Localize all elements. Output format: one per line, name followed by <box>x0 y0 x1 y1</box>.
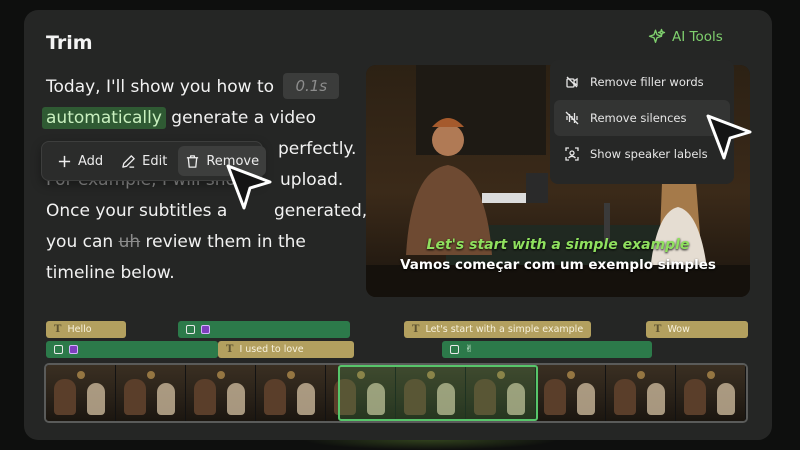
text-clip[interactable]: T Hello <box>46 321 126 338</box>
subtitle-primary: Let's start with a simple example <box>426 237 690 253</box>
ai-tools-button[interactable]: AI Tools <box>648 28 723 46</box>
transcript-segment[interactable]: generate a video <box>166 108 316 128</box>
video-track-filmstrip[interactable] <box>44 363 748 423</box>
text-icon: T <box>412 324 420 335</box>
trash-icon <box>187 154 199 168</box>
text-icon: T <box>226 344 234 355</box>
text-icon: T <box>54 324 62 335</box>
pointer-cursor-icon <box>226 164 272 210</box>
transcript-segment[interactable]: Today, I'll show you how to <box>46 77 274 97</box>
clip-label: Let's start with a simple example <box>425 324 584 335</box>
video-thumbnail <box>256 365 326 421</box>
sticker-icon <box>54 345 63 354</box>
transcript-line: you can uh review them in the <box>46 227 366 258</box>
victory-hand-icon: ✌ <box>465 344 474 355</box>
video-thumbnail <box>676 365 746 421</box>
sticker-thumbnail-icon <box>69 345 78 354</box>
clip-label: Wow <box>667 324 690 335</box>
pencil-icon <box>122 154 135 168</box>
edit-label: Edit <box>142 153 168 169</box>
clip-label: Hello <box>67 324 92 335</box>
sticker-clip[interactable] <box>46 341 218 358</box>
menu-item-label: Remove filler words <box>590 75 704 89</box>
transcript-line: timeline below. <box>46 258 366 289</box>
video-thumbnail <box>46 365 116 421</box>
transcript-line: automatically generate a video <box>42 103 366 134</box>
ai-tools-label: AI Tools <box>672 29 723 45</box>
transcript-segment[interactable]: generated, <box>274 196 367 227</box>
transcript-line: Once your subtitles a generated, <box>46 196 367 227</box>
pointer-cursor-icon <box>706 114 752 160</box>
menu-item-label: Show speaker labels <box>590 147 708 161</box>
silence-icon <box>565 111 579 125</box>
transcript-segment[interactable]: perfectly. <box>278 134 356 165</box>
menu-item-remove-filler-words[interactable]: Remove filler words <box>554 64 730 100</box>
transcript-segment[interactable]: upload. <box>280 165 343 196</box>
filler-words-icon <box>566 76 578 88</box>
text-clip[interactable]: T Let's start with a simple example <box>404 321 591 338</box>
add-button[interactable]: Add <box>50 146 110 176</box>
sticker-clip[interactable]: ✌ <box>442 341 652 358</box>
transcript-line: Today, I'll show you how to 0.1s <box>46 72 366 103</box>
video-thumbnail <box>186 365 256 421</box>
text-icon: T <box>654 324 662 335</box>
subtitle-secondary: Vamos começar com um exemplo simples <box>400 257 716 273</box>
video-thumbnail <box>606 365 676 421</box>
selected-word[interactable]: automatically <box>42 107 166 129</box>
filler-word[interactable]: uh <box>119 232 141 252</box>
transcript-segment[interactable]: you can <box>46 232 119 252</box>
plus-icon <box>58 155 71 167</box>
add-label: Add <box>78 153 104 169</box>
clip-label: I used to love <box>239 344 304 355</box>
transcript-segment[interactable]: timeline below. <box>46 263 175 283</box>
video-thumbnail <box>536 365 606 421</box>
transcript-segment[interactable]: review them in the <box>140 232 306 252</box>
sticker-icon <box>450 345 459 354</box>
trim-panel: Trim AI Tools Today, I'll show you how t… <box>24 10 772 440</box>
pause-marker[interactable]: 0.1s <box>283 73 340 99</box>
sparkle-icon <box>648 28 666 43</box>
text-clip[interactable]: T Wow <box>646 321 748 338</box>
selected-clip-range[interactable] <box>338 365 538 421</box>
transcript-segment[interactable]: Once your subtitles <box>46 201 217 221</box>
subtitle-overlay[interactable]: Let's start with a simple example Vamos … <box>366 235 750 275</box>
video-thumbnail <box>116 365 186 421</box>
speaker-label-icon <box>565 147 579 161</box>
edit-button[interactable]: Edit <box>114 146 174 176</box>
text-clip[interactable]: T I used to love <box>218 341 354 358</box>
sticker-clip[interactable] <box>178 321 350 338</box>
menu-item-label: Remove silences <box>590 111 687 125</box>
panel-title: Trim <box>46 32 93 54</box>
sticker-icon <box>186 325 195 334</box>
sticker-thumbnail-icon <box>201 325 210 334</box>
